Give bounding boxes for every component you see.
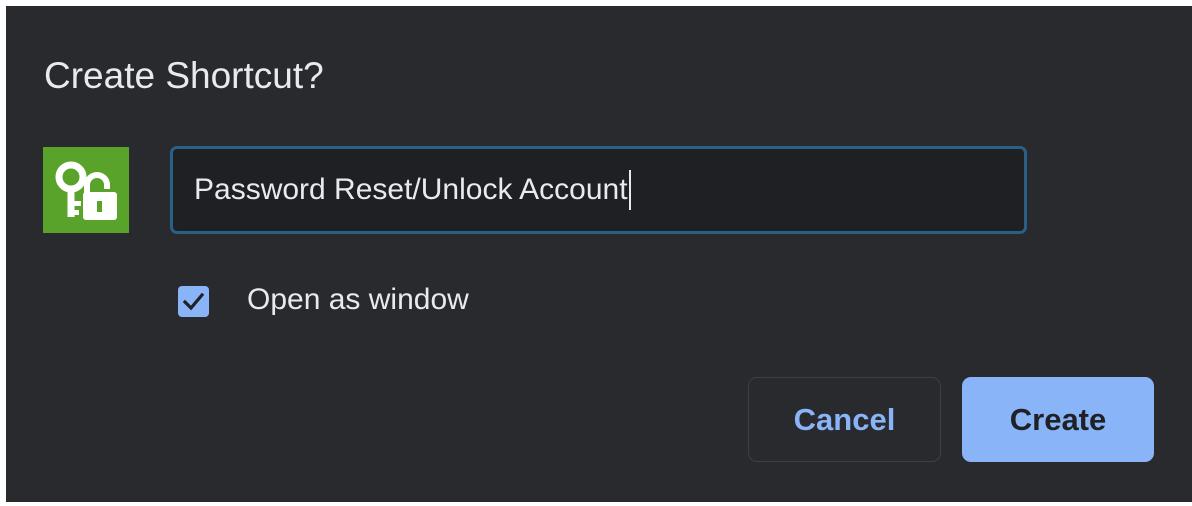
dialog-title: Create Shortcut? [44,55,324,96]
create-button[interactable]: Create [962,377,1154,462]
text-caret [628,170,631,210]
checkmark-icon [182,292,205,311]
shortcut-name-value: Password Reset/Unlock Account [194,173,628,206]
open-as-window-label[interactable]: Open as window [247,282,469,318]
open-as-window-checkbox[interactable] [178,286,209,317]
cancel-button[interactable]: Cancel [748,377,941,462]
create-shortcut-dialog: Create Shortcut? Password Reset/Unlock A… [6,6,1192,502]
shortcut-name-input[interactable]: Password Reset/Unlock Account [170,146,1027,234]
keys-padlock-icon [43,147,129,233]
